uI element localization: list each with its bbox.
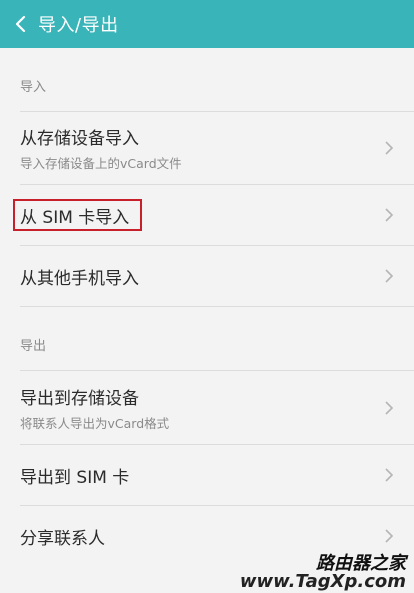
- item-title: 导出到 SIM 卡: [20, 467, 130, 488]
- item-title: 分享联系人: [20, 528, 105, 549]
- page-title: 导入/导出: [38, 15, 119, 36]
- item-subtitle: 将联系人导出为vCard格式: [20, 415, 170, 431]
- watermark-en: www.TagXp.com: [239, 571, 406, 592]
- section-label-export: 导出: [20, 339, 47, 354]
- import-from-storage-item[interactable]: 从存储设备导入 导入存储设备上的vCard文件: [0, 112, 414, 184]
- section-label-import: 导入: [20, 80, 47, 95]
- item-title: 从存储设备导入: [20, 129, 139, 149]
- import-export-screen: 导入/导出 导入 从存储设备导入 导入存储设备上的vCard文件 从 SIM 卡…: [0, 0, 414, 593]
- item-subtitle: 导入存储设备上的vCard文件: [20, 156, 182, 171]
- export-to-sim-item[interactable]: 导出到 SIM 卡: [0, 445, 414, 505]
- chevron-right-icon: [385, 468, 394, 482]
- chevron-right-icon: [385, 208, 394, 222]
- chevron-left-icon: [15, 15, 26, 33]
- chevron-right-icon: [385, 529, 394, 543]
- back-button[interactable]: [2, 0, 38, 48]
- chevron-right-icon: [385, 269, 394, 283]
- chevron-right-icon: [385, 400, 394, 415]
- item-title: 从其他手机导入: [20, 268, 139, 289]
- export-to-storage-item[interactable]: 导出到存储设备 将联系人导出为vCard格式: [0, 371, 414, 444]
- item-title: 导出到存储设备: [20, 388, 139, 409]
- chevron-right-icon: [385, 141, 394, 155]
- import-from-other-phone-item[interactable]: 从其他手机导入: [0, 246, 414, 306]
- app-header: 导入/导出: [0, 0, 414, 48]
- watermark: 路由器之家 www.TagXp.com: [240, 555, 406, 591]
- highlight-box: [13, 199, 142, 231]
